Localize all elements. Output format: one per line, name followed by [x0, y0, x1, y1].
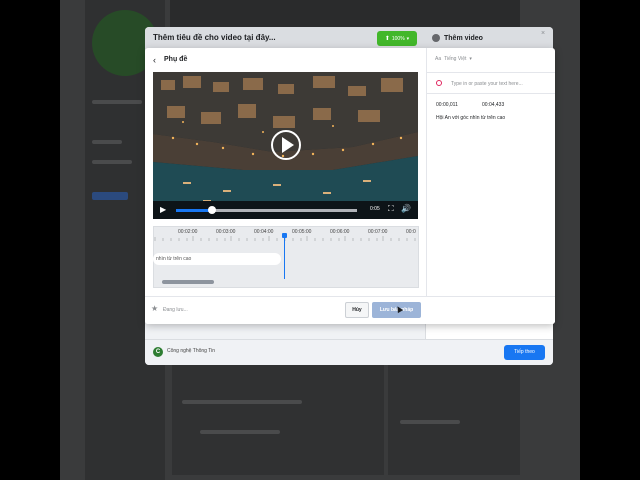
upload-arrow-icon: ⬆: [384, 36, 390, 42]
video-time: 0:05: [370, 206, 380, 212]
modal-footer: C Công nghệ Thông Tin Tiếp theo: [145, 339, 553, 365]
dialog-title: Phụ đề: [164, 56, 188, 63]
timeline-playhead: [284, 233, 285, 279]
play-small-icon[interactable]: ▶: [160, 205, 166, 214]
video-icon: [432, 34, 440, 42]
video-seek-progress: [176, 209, 213, 212]
background-post-card: [172, 365, 384, 475]
background-text-line: [200, 430, 280, 434]
close-icon[interactable]: ×: [541, 30, 545, 37]
volume-icon[interactable]: 🔊: [401, 204, 411, 213]
timeline-scrollbar[interactable]: [162, 280, 214, 284]
language-select[interactable]: Aa Tiếng Việt ▾: [435, 56, 472, 62]
background-text-line: [92, 140, 122, 144]
timeline-caption-block[interactable]: nhìn từ trên cao: [153, 253, 281, 265]
chevron-down-icon: ▾: [406, 35, 410, 42]
background-text-line: [92, 160, 132, 164]
subtitle-dialog: ‹ Phụ đề ▶ 0:05 ⛶ 🔊 00:02:00 00:03:00 00…: [145, 48, 555, 324]
background-header: [170, 0, 520, 30]
caption-text[interactable]: Hội An với góc nhìn từ trên cao: [436, 115, 505, 121]
saving-status: Đang lưu...: [163, 307, 188, 313]
play-icon: [282, 137, 294, 153]
caption-start-time[interactable]: 00:00,011: [436, 102, 458, 108]
language-label: Tiếng Việt: [444, 56, 467, 62]
record-icon: [436, 80, 442, 86]
star-icon: ★: [151, 304, 159, 313]
caption-text-input[interactable]: Type in or paste your text here...: [451, 81, 523, 87]
screen: Thêm tiêu đề cho video tại đây... ⬆ 100%…: [0, 0, 640, 480]
panel-header: Thêm video: [432, 34, 483, 42]
timeline-playhead-handle[interactable]: [282, 233, 287, 238]
page-name: Công nghệ Thông Tin: [167, 348, 216, 354]
video-title-input[interactable]: Thêm tiêu đề cho video tại đây...: [153, 33, 276, 42]
background-text-line: [400, 420, 460, 424]
background-text-line: [92, 100, 142, 104]
chevron-down-icon: ▾: [469, 56, 472, 62]
panel-title: Thêm video: [444, 34, 483, 42]
upload-progress-button[interactable]: ⬆ 100% ▾: [377, 31, 417, 46]
page-avatar: C: [153, 347, 163, 357]
language-icon: Aa: [435, 56, 442, 62]
next-button[interactable]: Tiếp theo: [504, 345, 545, 360]
back-arrow-icon[interactable]: ‹: [153, 55, 156, 65]
background-text-line: [182, 400, 302, 404]
upload-progress-label: 100%: [391, 35, 405, 42]
caption-end-time[interactable]: 00:04,433: [482, 102, 504, 108]
fullscreen-icon[interactable]: ⛶: [388, 204, 394, 214]
cancel-button[interactable]: Hủy: [345, 302, 369, 318]
background-button: [92, 192, 128, 200]
